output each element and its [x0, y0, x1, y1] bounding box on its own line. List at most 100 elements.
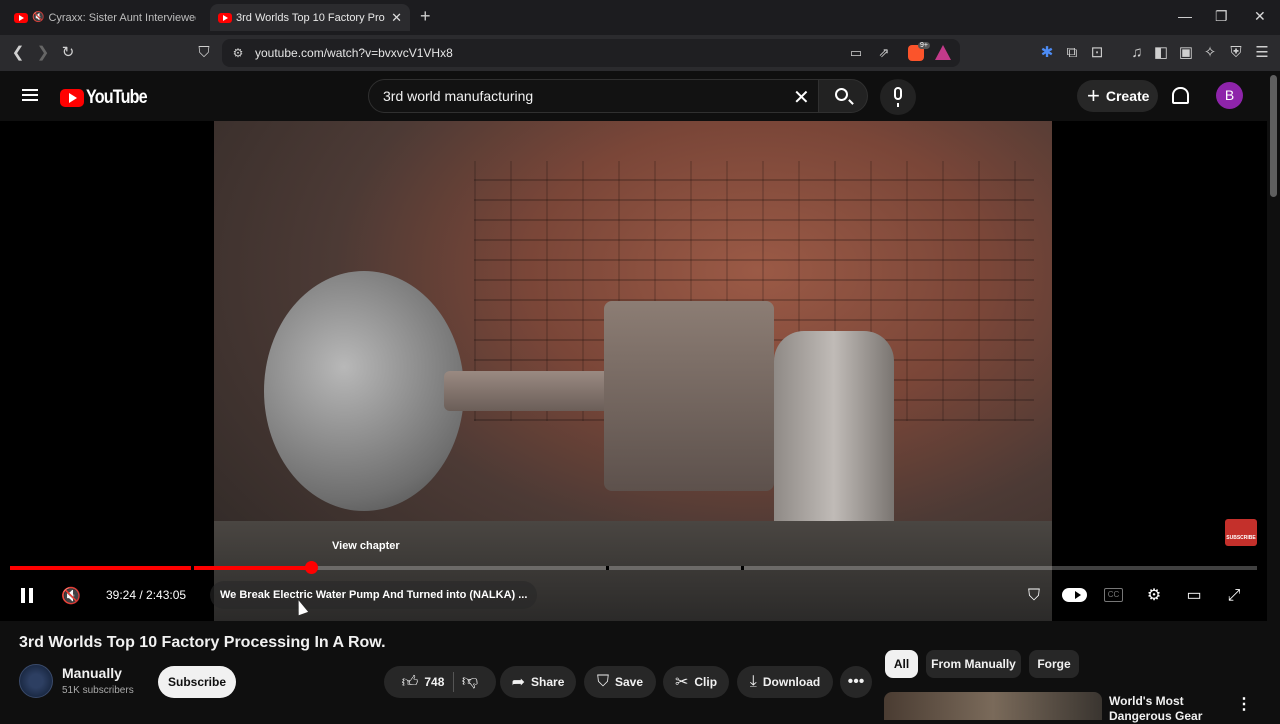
chip-forge[interactable]: Forge	[1029, 650, 1079, 678]
url-text: youtube.com/watch?v=bvxvcV1VHx8	[255, 46, 453, 60]
captions-icon[interactable]: CC	[1104, 588, 1123, 602]
bookmark-icon[interactable]: ⛉	[194, 43, 214, 63]
site-settings-icon[interactable]: ⚙	[228, 43, 248, 63]
brave-rewards-icon[interactable]	[935, 45, 951, 60]
extensions-puzzle-icon[interactable]: ⧉	[1062, 43, 1082, 63]
progress-played	[10, 566, 312, 570]
page-scrollbar[interactable]	[1267, 71, 1280, 720]
sidebar-icon[interactable]: ◧	[1151, 43, 1171, 63]
tab-title: 3rd Worlds Top 10 Factory Proce	[236, 11, 386, 24]
subscribe-watermark[interactable]: SUBSCRIBE	[1225, 519, 1257, 546]
fullscreen-icon[interactable]: ⤢	[1224, 586, 1244, 606]
share-page-icon[interactable]: ⇗	[874, 43, 894, 63]
search-icon	[835, 88, 848, 101]
sponsor-block-icon[interactable]: ⛉	[1024, 586, 1044, 606]
thumbs-up-icon: 👍︎	[401, 673, 419, 691]
youtube-logo-text: YouTube	[86, 87, 148, 108]
download-button[interactable]: ⤓ Download	[737, 666, 833, 698]
youtube-logo[interactable]: YouTube	[60, 87, 157, 109]
search-query[interactable]: 3rd world manufacturing	[383, 88, 533, 104]
muted-volume-icon[interactable]: 🔇	[61, 586, 81, 606]
create-label: Create	[1105, 88, 1150, 104]
chapter-marker	[741, 566, 744, 570]
bookmark-icon: ⛉	[596, 673, 609, 690]
more-actions-button[interactable]: •••	[840, 666, 872, 698]
youtube-favicon-icon	[218, 12, 232, 23]
search-input[interactable]: 3rd world manufacturing ✕	[368, 79, 824, 113]
recommendation-more-icon[interactable]: ⋮	[1236, 694, 1252, 714]
chip-all[interactable]: All	[885, 650, 918, 678]
theater-mode-icon[interactable]: ▭	[1184, 586, 1204, 606]
youtube-logo-icon	[60, 89, 84, 107]
channel-avatar[interactable]	[19, 664, 53, 698]
subscriber-count: 51K subscribers	[62, 685, 134, 696]
restore-icon[interactable]: ❐	[1215, 8, 1228, 25]
save-label: Save	[614, 675, 644, 689]
microphone-icon	[894, 87, 902, 107]
clip-label: Clip	[694, 675, 718, 689]
new-tab-button[interactable]: +	[420, 6, 431, 27]
create-button[interactable]: + Create	[1077, 80, 1158, 112]
save-button[interactable]: ⛉ Save	[584, 666, 656, 698]
account-avatar[interactable]: B	[1216, 82, 1243, 109]
shields-count-badge: 9+	[918, 42, 930, 49]
address-bar[interactable]: ⚙ youtube.com/watch?v=bvxvcV1VHx8 ▭ ⇗ 9+	[222, 39, 960, 67]
tab-close-icon[interactable]: ✕	[391, 10, 402, 26]
close-window-icon[interactable]: ✕	[1254, 8, 1266, 25]
tab-muted-icon[interactable]: 🔇	[32, 12, 44, 23]
chapter-title-button[interactable]: We Break Electric Water Pump And Turned …	[210, 581, 538, 609]
plus-icon: +	[1087, 83, 1100, 108]
scrollbar-thumb[interactable]	[1270, 75, 1277, 197]
like-button[interactable]: 👍︎ 748	[402, 673, 445, 692]
browser-tab-bar: 🔇 Cyraxx: Sister Aunt Interviewed b 3rd …	[0, 0, 1280, 35]
autoplay-toggle[interactable]	[1062, 588, 1087, 602]
youtube-header: YouTube 3rd world manufacturing ✕ + Crea…	[0, 71, 1280, 121]
minimize-icon[interactable]: —	[1178, 8, 1192, 24]
tab-title: Cyraxx: Sister Aunt Interviewed b	[48, 11, 196, 24]
chapter-marker	[606, 566, 609, 570]
share-label: Share	[531, 675, 565, 689]
recommendation-thumbnail[interactable]	[884, 692, 1102, 720]
media-icon[interactable]: ♫	[1127, 43, 1147, 63]
youtube-favicon-icon	[14, 12, 28, 23]
voice-search-button[interactable]	[880, 79, 916, 115]
video-title: 3rd Worlds Top 10 Factory Processing In …	[19, 634, 386, 651]
like-divider	[453, 672, 454, 692]
vpn-icon[interactable]: ⛨	[1226, 43, 1246, 63]
browser-toolbar: ❮ ❯ ↻ ⛉ ⚙ youtube.com/watch?v=bvxvcV1VHx…	[0, 35, 1280, 71]
like-count: 748	[424, 675, 445, 689]
progress-bar[interactable]	[10, 561, 1257, 574]
share-button[interactable]: ➦ Share	[500, 666, 576, 698]
clear-search-icon[interactable]: ✕	[793, 85, 810, 110]
tab-current-video[interactable]: 3rd Worlds Top 10 Factory Proce ✕	[210, 4, 410, 31]
more-horizontal-icon: •••	[847, 673, 865, 690]
tab-cyraxx[interactable]: 🔇 Cyraxx: Sister Aunt Interviewed b	[6, 4, 204, 31]
settings-gear-icon[interactable]: ⚙	[1144, 586, 1164, 606]
cast-icon[interactable]: ▭	[846, 43, 866, 63]
guide-menu-icon[interactable]	[22, 89, 38, 101]
scissors-icon: ✂	[674, 674, 689, 691]
view-chapter-tooltip: View chapter	[332, 540, 400, 552]
chip-from-manually[interactable]: From Manually	[926, 650, 1021, 678]
forward-icon[interactable]: ❯	[33, 43, 53, 63]
reload-icon[interactable]: ↻	[58, 43, 78, 63]
clip-button[interactable]: ✂ Clip	[663, 666, 729, 698]
pause-icon[interactable]	[21, 588, 33, 603]
thumbs-down-icon[interactable]: 👎︎	[460, 672, 480, 692]
video-scene-lathe-chuck	[264, 271, 464, 511]
browser-menu-icon[interactable]: ☰	[1252, 43, 1272, 63]
back-icon[interactable]: ❮	[8, 43, 28, 63]
wallet-icon[interactable]: ▣	[1176, 43, 1196, 63]
time-display: 39:24 / 2:43:05	[106, 588, 187, 602]
extension-icon[interactable]: ✱	[1037, 43, 1057, 63]
leo-ai-icon[interactable]: ✧	[1200, 43, 1220, 63]
notifications-bell-icon[interactable]	[1172, 87, 1189, 104]
chapter-marker	[191, 566, 194, 570]
search-button[interactable]	[818, 79, 868, 113]
subscribe-button[interactable]: Subscribe	[158, 666, 236, 698]
channel-name[interactable]: Manually	[62, 665, 122, 681]
share-arrow-icon: ➦	[511, 674, 526, 691]
download-label: Download	[762, 675, 821, 689]
screenshot-icon[interactable]: ⊡	[1087, 43, 1107, 63]
video-player[interactable]: SUBSCRIBE View chapter 🔇 39:24 / 2:43:05…	[0, 121, 1267, 621]
